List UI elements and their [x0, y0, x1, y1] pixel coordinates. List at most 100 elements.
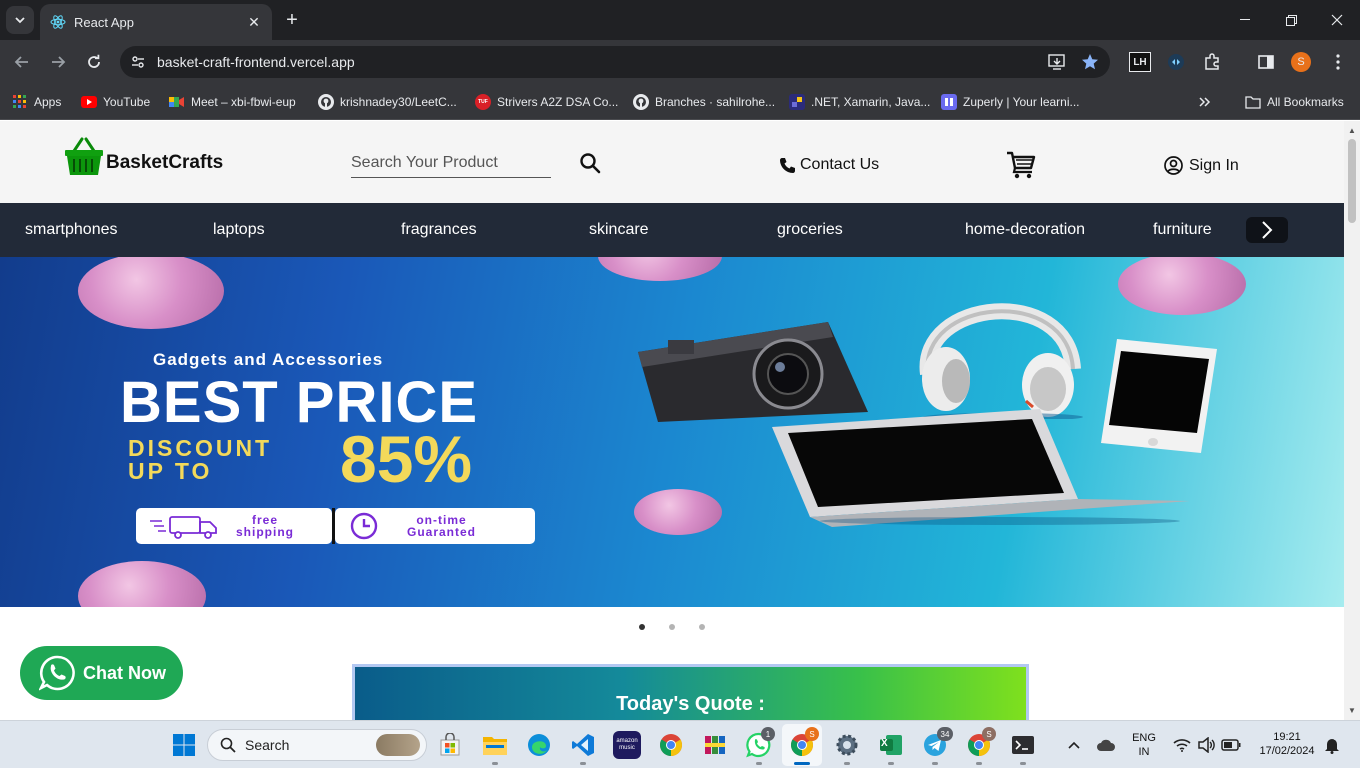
close-window-button[interactable] [1314, 0, 1360, 40]
settings-icon[interactable] [833, 731, 861, 759]
side-panel-icon[interactable] [1256, 52, 1276, 72]
hero-banner[interactable]: Gadgets and Accessories BEST PRICE DISCO… [0, 257, 1344, 607]
carousel-dot-2[interactable] [669, 624, 675, 630]
minimize-button[interactable] [1222, 0, 1268, 40]
chrome-menu-icon[interactable] [1328, 52, 1348, 72]
tab-search-button[interactable] [6, 6, 34, 34]
sign-in-link[interactable]: Sign In [1164, 156, 1239, 175]
category-laptops[interactable]: laptops [213, 221, 265, 239]
new-tab-button[interactable]: + [281, 9, 303, 31]
clock-icon [350, 512, 378, 540]
edge-icon[interactable] [525, 731, 553, 759]
excel-icon[interactable]: X [877, 731, 905, 759]
bookmark-label: Zuperly | Your learni... [963, 95, 1080, 109]
bookmark-strivers[interactable]: TUF Strivers A2Z DSA Co... [475, 93, 618, 111]
folder-icon [1245, 94, 1261, 110]
show-hidden-icons-chevron-icon[interactable] [1060, 731, 1088, 759]
onedrive-cloud-icon[interactable] [1092, 731, 1120, 759]
bookmark-leetcode-repo[interactable]: krishnadey30/LeetC... [318, 93, 457, 111]
vscode-icon[interactable] [569, 731, 597, 759]
dotnet-icon [789, 94, 805, 110]
bookmark-branches[interactable]: Branches · sahilrohe... [633, 93, 775, 111]
category-groceries[interactable]: groceries [777, 221, 843, 239]
all-bookmarks-folder[interactable]: All Bookmarks [1245, 93, 1344, 111]
restore-button[interactable] [1268, 0, 1314, 40]
bookmark-youtube[interactable]: YouTube [81, 93, 150, 111]
search-icon [580, 153, 601, 174]
whatsapp-notification-badge: 1 [761, 727, 775, 741]
search-input[interactable] [351, 151, 551, 175]
badge-text: free shipping [236, 514, 294, 538]
category-smartphones[interactable]: smartphones [25, 221, 118, 239]
bookmark-apps[interactable]: Apps [12, 93, 61, 111]
wifi-icon[interactable] [1168, 731, 1196, 759]
active-running-indicator [794, 762, 810, 765]
free-shipping-badge: free shipping [136, 508, 332, 544]
microsoft-store-icon[interactable] [436, 731, 464, 759]
scroll-up-arrow-icon[interactable]: ▲ [1348, 127, 1356, 135]
bookmarks-bar: Apps YouTube Meet – xbi-fbwi-eup krishna… [0, 84, 1360, 120]
back-button[interactable] [10, 50, 34, 74]
extensions-puzzle-icon[interactable] [1202, 52, 1222, 72]
extension-icon[interactable] [1166, 52, 1186, 72]
close-tab-icon[interactable]: ✕ [244, 12, 264, 32]
more-bookmarks-button[interactable] [1199, 93, 1211, 111]
cart-button[interactable] [1006, 151, 1036, 179]
lh-extension-label: LH [1133, 56, 1147, 68]
install-app-icon[interactable] [1047, 52, 1067, 72]
profile-avatar[interactable]: S [1291, 52, 1311, 72]
battery-icon[interactable] [1217, 731, 1245, 759]
browser-tab-strip: React App ✕ + [0, 0, 1360, 40]
bookmark-label: YouTube [103, 95, 151, 109]
taskbar-search-box[interactable]: Search [207, 729, 427, 761]
whatsapp-icon [39, 655, 75, 691]
carousel-dot-3[interactable] [699, 624, 705, 630]
category-home-decoration[interactable]: home-decoration [965, 221, 1085, 239]
carousel-indicators [636, 624, 708, 632]
carousel-dot-1[interactable] [639, 624, 645, 630]
contact-us-link[interactable]: Contact Us [779, 156, 879, 174]
running-indicator [932, 762, 938, 765]
category-fragrances[interactable]: fragrances [401, 221, 477, 239]
bookmark-meet[interactable]: Meet – xbi-fbwi-eup [169, 93, 296, 111]
clock[interactable]: 19:21 17/02/2024 [1252, 730, 1322, 758]
youtube-icon [81, 96, 97, 108]
bookmark-label: Meet – xbi-fbwi-eup [191, 95, 296, 109]
region-code: IN [1138, 746, 1150, 758]
terminal-icon[interactable] [1009, 731, 1037, 759]
address-bar[interactable]: basket-craft-frontend.vercel.app [120, 46, 1110, 78]
site-logo[interactable]: BasketCrafts [64, 137, 223, 177]
scroll-down-arrow-icon[interactable]: ▼ [1348, 707, 1356, 715]
search-button[interactable] [578, 151, 602, 175]
site-header: BasketCrafts Contact Us Sign In [0, 121, 1344, 203]
bookmark-zuperly[interactable]: Zuperly | Your learni... [941, 93, 1080, 111]
lighthouse-extension-icon[interactable]: LH [1129, 52, 1151, 72]
scrollbar-thumb[interactable] [1348, 139, 1356, 223]
input-language-indicator[interactable]: ENG IN [1128, 731, 1160, 759]
forward-button[interactable] [46, 50, 70, 74]
category-next-button[interactable] [1246, 217, 1288, 243]
running-indicator [492, 762, 498, 765]
site-settings-icon[interactable] [130, 54, 146, 70]
notifications-bell-icon[interactable] [1319, 731, 1345, 759]
badge-line: shipping [236, 525, 294, 539]
chrome-profile-badge: S [805, 727, 819, 741]
start-button[interactable] [170, 731, 198, 759]
category-skincare[interactable]: skincare [589, 221, 649, 239]
amazon-music-icon[interactable]: amazon music [613, 731, 641, 759]
page-scrollbar[interactable]: ▲ ▼ [1344, 121, 1360, 720]
running-indicator [1020, 762, 1026, 765]
running-indicator [844, 762, 850, 765]
file-explorer-icon[interactable] [481, 731, 509, 759]
browser-tab-active[interactable]: React App ✕ [40, 4, 272, 40]
chat-now-button[interactable]: Chat Now [20, 646, 183, 700]
winrar-icon[interactable] [701, 731, 729, 759]
reload-button[interactable] [82, 50, 106, 74]
category-furniture[interactable]: furniture [1153, 221, 1212, 239]
chrome-icon[interactable] [657, 731, 685, 759]
bookmark-dotnet[interactable]: .NET, Xamarin, Java... [789, 93, 930, 111]
bookmark-star-icon[interactable] [1080, 52, 1100, 72]
bookmark-label: Apps [34, 95, 62, 109]
search-highlight-image [376, 734, 420, 756]
zuperly-icon [941, 94, 957, 110]
